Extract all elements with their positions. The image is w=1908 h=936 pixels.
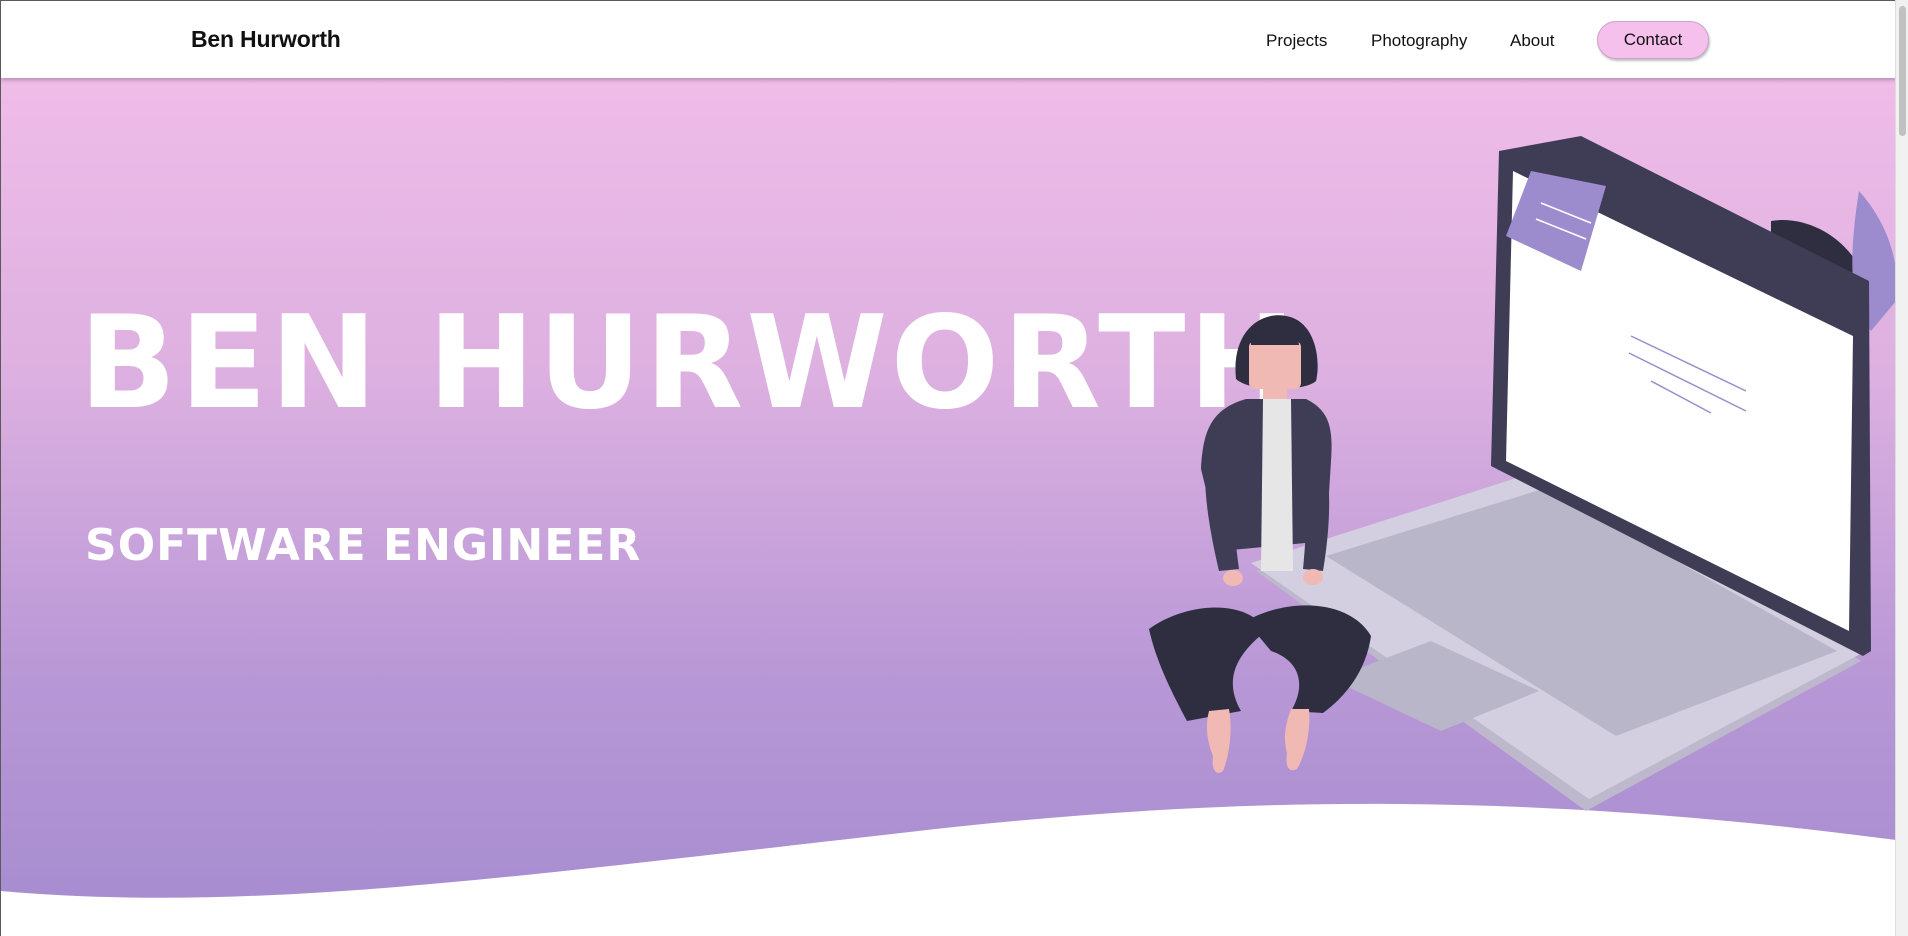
page-scrollbar[interactable]	[1895, 0, 1908, 936]
contact-button[interactable]: Contact	[1597, 21, 1709, 59]
page: BEN HURWORTH SOFTWARE ENGINEER Ben Hurwo…	[0, 0, 1895, 936]
nav-link-photography[interactable]: Photography	[1371, 31, 1467, 51]
brand-logo-text[interactable]: Ben Hurworth	[191, 26, 341, 53]
laptop-illustration	[1251, 136, 1871, 811]
hero-subtitle: SOFTWARE ENGINEER	[85, 520, 642, 571]
scrollbar-thumb[interactable]	[1899, 6, 1906, 136]
nav-link-projects[interactable]: Projects	[1266, 31, 1327, 51]
person-sitting-on-laptop-illustration	[1149, 136, 1895, 811]
nav-link-about[interactable]: About	[1510, 31, 1554, 51]
navbar: Ben Hurworth Projects Photography About …	[1, 1, 1895, 78]
